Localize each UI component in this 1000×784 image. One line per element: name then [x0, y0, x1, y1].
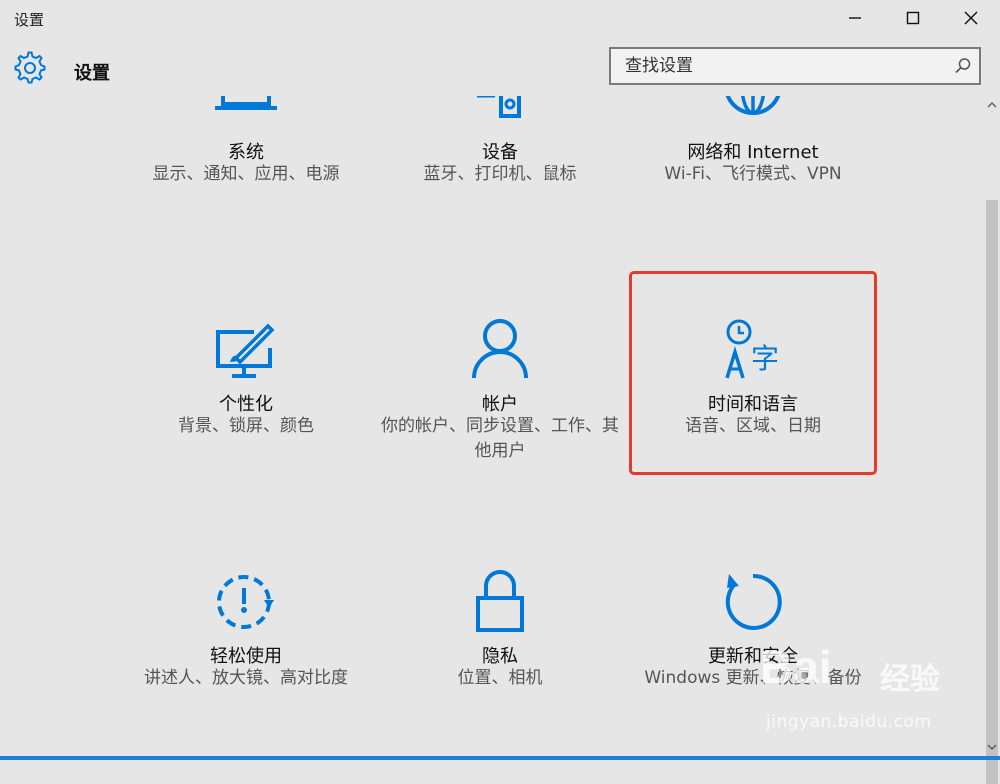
maximize-button[interactable] [884, 0, 942, 36]
tile-desc: 位置、相机 [457, 668, 543, 688]
chevron-down-icon [987, 744, 997, 751]
tile-name: 轻松使用 [210, 646, 282, 667]
highlight-box [629, 271, 877, 475]
tile-desc: 蓝牙、打印机、鼠标 [423, 164, 577, 184]
tile-desc: 显示、通知、应用、电源 [152, 164, 340, 184]
laptop-icon [215, 96, 277, 110]
chevron-up-icon [987, 101, 997, 108]
close-button[interactable] [942, 0, 1000, 36]
maximize-icon [906, 11, 920, 25]
scroll-up-button[interactable] [984, 96, 1000, 114]
tile-name: 更新和安全 [708, 646, 798, 667]
scroll-down-button[interactable] [984, 738, 1000, 756]
app-name: 设置 [74, 63, 110, 84]
tile-desc: Wi-Fi、飞行模式、VPN [664, 164, 842, 184]
tile-name: 帐户 [482, 394, 518, 415]
search-input[interactable] [611, 49, 941, 83]
tile-name: 网络和 Internet [687, 142, 819, 163]
tile-desc: 背景、锁屏、颜色 [178, 416, 314, 436]
scrollbar[interactable] [984, 96, 1000, 784]
app-header: 设置 [0, 40, 1000, 96]
taskbar-edge [0, 756, 1000, 760]
close-icon [964, 11, 978, 25]
window-title: 设置 [14, 11, 45, 29]
tile-name: 隐私 [482, 646, 518, 667]
search-box [609, 47, 981, 85]
gear-icon [14, 51, 46, 84]
title-bar: 设置 [0, 0, 1000, 36]
personalization-icon [216, 323, 275, 378]
update-icon [725, 573, 782, 630]
scroll-thumb[interactable] [986, 200, 998, 784]
search-icon[interactable] [953, 56, 973, 76]
minimize-icon [849, 17, 861, 19]
devices-icon [477, 96, 521, 118]
tile-desc: 讲述人、放大镜、高对比度 [144, 668, 348, 688]
tile-name: 设备 [482, 142, 518, 163]
tile-desc: Windows 更新、恢复、备份 [644, 668, 862, 688]
ease-of-access-icon [217, 575, 274, 629]
lock-icon [476, 570, 524, 632]
tile-name: 系统 [228, 142, 264, 163]
person-icon [472, 319, 528, 379]
tile-name: 个性化 [219, 394, 273, 415]
tile-desc: 你的帐户、同步设置、工作、其他用户 [381, 416, 619, 461]
minimize-button[interactable] [826, 0, 884, 36]
globe-icon [725, 96, 781, 115]
